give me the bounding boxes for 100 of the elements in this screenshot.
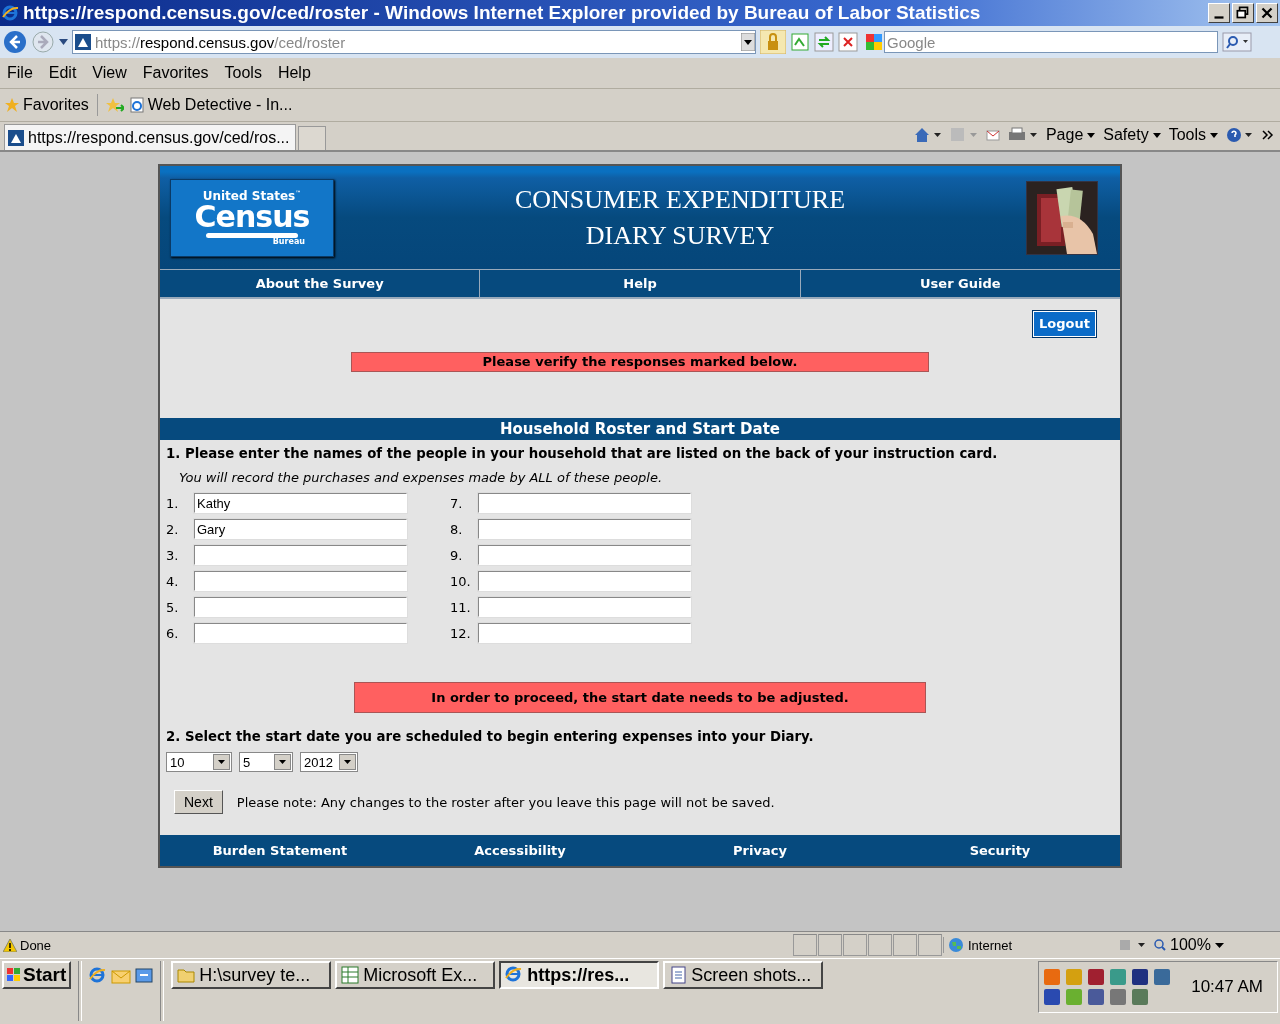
tray-icon[interactable] <box>1153 968 1172 986</box>
footer-link[interactable]: Burden Statement <box>160 835 400 866</box>
tray-icon[interactable] <box>1087 968 1106 986</box>
section-title: Household Roster and Start Date <box>160 418 1120 440</box>
favorites-button[interactable]: Favorites <box>5 96 89 114</box>
status-pane <box>918 934 942 956</box>
menu-item[interactable]: Favorites <box>142 64 209 82</box>
name-field[interactable]: Kathy <box>194 493 407 513</box>
tray-icon[interactable] <box>1043 988 1062 1006</box>
start-button[interactable]: Start <box>2 961 72 989</box>
command-menu[interactable]: Page <box>1045 126 1096 144</box>
nav-link[interactable]: About the Survey <box>160 270 481 297</box>
name-field[interactable] <box>478 493 691 513</box>
status-pane <box>793 934 817 956</box>
menu-item[interactable]: Tools <box>224 64 262 82</box>
tray-icon[interactable] <box>1131 968 1150 986</box>
footer-link[interactable]: Security <box>880 835 1120 866</box>
logo-text: Bureau <box>272 237 305 246</box>
folder-icon <box>177 966 196 984</box>
taskbar-button[interactable]: H:\survey te... <box>171 961 332 989</box>
close-button[interactable] <box>1256 3 1278 23</box>
footer-link[interactable]: Privacy <box>640 835 880 866</box>
home-icon[interactable] <box>913 127 942 143</box>
new-tab-button[interactable] <box>298 126 327 150</box>
zoom-control[interactable]: 100% <box>1148 936 1224 954</box>
dropdown-arrow-icon[interactable] <box>59 39 68 45</box>
row-number: 1. <box>166 495 180 511</box>
restore-button[interactable] <box>1232 3 1254 23</box>
search-field[interactable]: Google <box>884 31 1218 53</box>
taskbar-button[interactable]: Microsoft Ex... <box>335 961 496 989</box>
alert-banner: Please verify the responses marked below. <box>351 352 929 372</box>
name-field[interactable] <box>194 545 407 565</box>
name-field[interactable] <box>194 623 407 643</box>
minimize-button[interactable] <box>1208 3 1230 23</box>
row-number: 2. <box>166 521 180 537</box>
menu-item[interactable]: File <box>7 64 33 82</box>
compatibility-icon[interactable] <box>790 32 810 52</box>
command-menu[interactable]: Safety <box>1103 126 1161 144</box>
logout-button[interactable]: Logout <box>1033 311 1096 337</box>
browser-icon <box>505 966 524 984</box>
menu-item[interactable]: Edit <box>48 64 77 82</box>
name-field[interactable] <box>478 545 691 565</box>
name-field[interactable] <box>478 519 691 539</box>
menu-item[interactable]: Help <box>277 64 311 82</box>
search-icon[interactable] <box>1222 32 1252 52</box>
stop-icon[interactable] <box>838 32 858 52</box>
tray-icon[interactable] <box>1087 988 1106 1006</box>
browser-tab[interactable]: https://respond.census.gov/ced/ros... <box>4 124 297 150</box>
next-button[interactable]: Next <box>174 790 223 814</box>
name-field[interactable] <box>478 597 691 617</box>
row-number: 5. <box>166 599 180 615</box>
row-number: 7. <box>450 495 464 511</box>
menu-item[interactable]: View <box>92 64 127 82</box>
address-text: https://respond.census.gov/ced/roster <box>95 33 347 51</box>
name-field[interactable] <box>194 571 407 591</box>
status-pane <box>868 934 892 956</box>
browser-icon[interactable] <box>89 967 108 985</box>
chevron-icon[interactable] <box>1262 130 1274 140</box>
name-field[interactable] <box>478 571 691 591</box>
taskbar-button[interactable]: https://res... <box>499 961 660 989</box>
row-number: 4. <box>166 573 180 589</box>
back-button[interactable] <box>3 30 27 54</box>
name-field[interactable] <box>478 623 691 643</box>
globe-icon <box>948 937 964 953</box>
document-icon <box>669 966 688 984</box>
print-icon[interactable] <box>1007 127 1038 143</box>
spreadsheet-icon <box>341 966 360 984</box>
row-number: 6. <box>166 625 180 641</box>
dropdown-arrow-icon[interactable] <box>741 33 755 51</box>
date-dropdown[interactable]: 5 <box>239 752 293 772</box>
instruction-text: You will record the purchases and expenses made by ALL of these people. <box>178 469 664 485</box>
refresh-icon[interactable] <box>814 32 834 52</box>
question-text: 2. Select the start date you are scheduled to begin entering expenses into your Diary. <box>165 728 815 744</box>
nav-link[interactable]: User Guide <box>800 270 1120 297</box>
date-dropdown[interactable]: 2012 <box>300 752 358 772</box>
taskbar-button[interactable]: Screen shots... <box>663 961 824 989</box>
add-favorite-icon[interactable] <box>105 97 124 113</box>
help-icon[interactable] <box>1226 127 1254 143</box>
date-dropdown[interactable]: 10 <box>166 752 232 772</box>
command-menu[interactable]: Tools <box>1168 126 1218 144</box>
desktop-icon[interactable] <box>135 967 154 985</box>
address-field[interactable]: https://respond.census.gov/ced/roster <box>72 30 756 54</box>
window-title: https://respond.census.gov/ced/roster - Windows Internet Explorer provided by Bureau of Labor Statistics <box>23 2 982 24</box>
footer-link[interactable]: Accessibility <box>400 835 640 866</box>
nav-link[interactable]: Help <box>480 270 801 297</box>
row-number: 11. <box>450 599 472 615</box>
clock: 10:47 AM <box>1191 977 1263 997</box>
row-number: 8. <box>450 521 464 537</box>
name-field[interactable]: Gary <box>194 519 407 539</box>
lock-icon[interactable] <box>760 30 786 54</box>
windows-logo-icon <box>7 968 21 982</box>
browser-icon <box>2 4 19 22</box>
logo-text: United States <box>202 189 296 202</box>
site-icon <box>8 129 24 146</box>
mail-icon[interactable] <box>985 129 1000 141</box>
favorite-link[interactable]: Web Detective - In... <box>129 96 293 114</box>
warning-icon <box>3 938 17 952</box>
alert-banner: In order to proceed, the start date needs to be adjusted. <box>354 682 926 713</box>
survey-title: CONSUMER EXPENDITURE <box>514 183 846 216</box>
name-field[interactable] <box>194 597 407 617</box>
